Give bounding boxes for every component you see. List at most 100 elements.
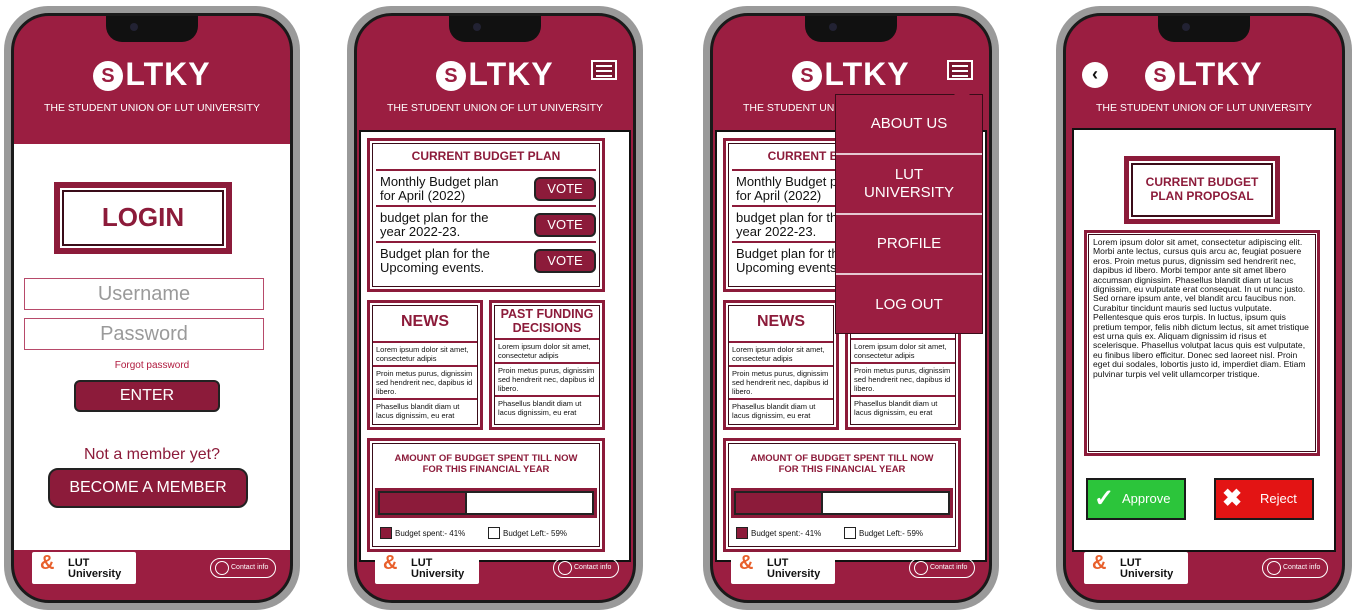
brand-logo: S LTKY — [1066, 56, 1342, 93]
decision-item[interactable]: Lorem ipsum dolor sit amet, consectetur … — [850, 340, 956, 364]
contact-info-button[interactable]: Contact info — [909, 558, 975, 578]
news-item[interactable]: Lorem ipsum dolor sit amet, consectetur … — [372, 343, 478, 367]
enter-button[interactable]: ENTER — [74, 380, 220, 412]
vote-button[interactable]: VOTE — [534, 213, 596, 237]
budget-text: budget plan for the — [380, 210, 489, 225]
dashboard-screen: S LTKY THE STUDENT UNION OF LUT UNIVERSIT… — [354, 13, 636, 603]
budget-progress-fill — [380, 493, 467, 513]
legend-spent-label: Budget spent:- 41% — [395, 529, 466, 538]
menu-item-lut-university[interactable]: LUT UNIVERSITY — [836, 155, 982, 215]
approve-button[interactable]: ✓ Approve — [1086, 478, 1186, 520]
budget-progress-bar — [731, 488, 953, 518]
x-icon: ✖ — [1222, 485, 1243, 512]
user-icon — [1267, 561, 1281, 575]
phone-notch — [449, 16, 541, 42]
decision-item[interactable]: Phasellus blandit diam ut lacus dignissi… — [850, 397, 956, 419]
brand-subtitle: THE STUDENT UNION OF LUT UNIVERSITY — [43, 102, 261, 114]
news-item[interactable]: Proin metus purus, dignissim sed hendrer… — [372, 367, 478, 400]
user-icon — [914, 561, 928, 575]
decision-item[interactable]: Proin metus purus, dignissim sed hendrer… — [850, 364, 956, 397]
past-funding-box[interactable]: PAST FUNDINGDECISIONS Lorem ipsum dolor … — [489, 300, 605, 430]
reject-button[interactable]: ✖ Reject — [1214, 478, 1314, 520]
menu-screen: SLTKY THE STUDENT UNION OF LUT UNIVERSIT… — [710, 13, 992, 603]
budget-progress-fill — [736, 493, 823, 513]
password-field[interactable]: Password — [24, 318, 264, 350]
phone-login: S LTKY THE STUDENT UNION OF LUT UNIVERSIT… — [4, 6, 300, 610]
username-field[interactable]: Username — [24, 278, 264, 310]
contact-label: Contact info — [574, 564, 612, 571]
news-item[interactable]: Phasellus blandit diam ut lacus dignissi… — [728, 400, 834, 422]
current-budget-box: CURRENT BUDGET PLAN Monthly Budget planf… — [367, 138, 605, 292]
lut-university-logo[interactable]: & LUT University — [375, 552, 479, 584]
user-icon — [215, 561, 229, 575]
decision-item[interactable]: Proin metus purus, dignissim sed hendrer… — [494, 364, 600, 397]
spent-title-line: FOR THIS FINANCIAL YEAR — [778, 464, 906, 475]
contact-label: Contact info — [231, 564, 269, 571]
budget-text: Monthly Budget plan — [380, 174, 499, 189]
spent-title-line: AMOUNT OF BUDGET SPENT TILL NOW — [750, 453, 934, 464]
contact-info-button[interactable]: Contact info — [553, 558, 619, 578]
lut-university-logo[interactable]: & LUT University — [731, 552, 835, 584]
budget-spent-title: AMOUNT OF BUDGET SPENT TILL NOW FOR THIS … — [370, 441, 602, 475]
budget-text: Upcoming events. — [380, 260, 485, 275]
proposal-title-line: PLAN PROPOSAL — [1150, 189, 1254, 203]
brand-subtitle: THE STUDENT UNION OF LUT UNIVERSITY — [1095, 102, 1313, 114]
spent-swatch — [736, 527, 748, 539]
brand-logo: S LTKY — [14, 56, 290, 93]
budget-row: Monthly Budget planfor April (2022) VOTE — [376, 171, 596, 207]
phone-notch — [1158, 16, 1250, 42]
gear-logo-icon: S — [1145, 61, 1176, 91]
legend-left: Budget Left:- 59% — [844, 527, 923, 541]
contact-label: Contact info — [1283, 564, 1321, 571]
forgot-password-link[interactable]: Forgot password — [14, 360, 290, 371]
brand-name: LTKY — [1177, 56, 1263, 92]
approve-label: Approve — [1122, 491, 1171, 506]
vote-button[interactable]: VOTE — [534, 177, 596, 201]
login-title: LOGIN — [54, 182, 232, 254]
news-box[interactable]: NEWS Lorem ipsum dolor sit amet, consect… — [367, 300, 483, 430]
budget-text: Upcoming events. — [736, 260, 841, 275]
proposal-title: CURRENT BUDGET PLAN PROPOSAL — [1124, 156, 1280, 224]
brand-name: LTKY — [824, 56, 910, 92]
dashboard-panel: CURRENT BUDGET PLAN Monthly Budget planf… — [359, 130, 631, 562]
contact-info-button[interactable]: Contact info — [210, 558, 276, 578]
reject-label: Reject — [1260, 491, 1297, 506]
hamburger-menu-icon[interactable] — [591, 60, 617, 80]
past-funding-title-line: PAST FUNDING — [500, 307, 594, 321]
menu-item-log-out[interactable]: LOG OUT — [836, 275, 982, 335]
lut-mark-icon: & — [383, 552, 398, 574]
budget-text: year 2022-23. — [736, 224, 817, 239]
decision-item[interactable]: Phasellus blandit diam ut lacus dignissi… — [494, 397, 600, 419]
left-swatch — [488, 527, 500, 539]
become-member-button[interactable]: BECOME A MEMBER — [48, 468, 248, 508]
legend-left-label: Budget Left:- 59% — [503, 529, 568, 538]
lut-university-logo[interactable]: & LUT University — [1084, 552, 1188, 584]
login-screen: S LTKY THE STUDENT UNION OF LUT UNIVERSIT… — [11, 13, 293, 603]
gear-logo-icon: S — [792, 61, 823, 91]
lut-university-logo[interactable]: & LUT University — [32, 552, 136, 584]
budget-text: budget plan for the — [736, 210, 845, 225]
contact-info-button[interactable]: Contact info — [1262, 558, 1328, 578]
decision-item[interactable]: Lorem ipsum dolor sit amet, consectetur … — [494, 340, 600, 364]
gear-logo-icon: S — [436, 61, 467, 91]
news-item[interactable]: Proin metus purus, dignissim sed hendrer… — [728, 367, 834, 400]
vote-button[interactable]: VOTE — [534, 249, 596, 273]
phone-notch — [805, 16, 897, 42]
phone-dashboard: S LTKY THE STUDENT UNION OF LUT UNIVERSIT… — [347, 6, 643, 610]
member-question: Not a member yet? — [83, 446, 221, 463]
lut-mark-icon: & — [1092, 552, 1107, 574]
news-item[interactable]: Phasellus blandit diam ut lacus dignissi… — [372, 400, 478, 422]
news-item[interactable]: Lorem ipsum dolor sit amet, consectetur … — [728, 343, 834, 367]
proposal-title-line: CURRENT BUDGET — [1145, 175, 1259, 189]
news-box[interactable]: NEWS Lorem ipsum dolor sit amet, consect… — [723, 300, 839, 430]
lut-line2: University — [411, 568, 465, 580]
lut-mark-icon: & — [739, 552, 754, 574]
menu-item-about-us[interactable]: ABOUT US — [836, 95, 982, 155]
budget-text: for April (2022) — [736, 188, 822, 203]
budget-progress-bar — [375, 488, 597, 518]
user-icon — [558, 561, 572, 575]
phone-notch — [106, 16, 198, 42]
menu-item-profile[interactable]: PROFILE — [836, 215, 982, 275]
budget-title: CURRENT BUDGET PLAN — [376, 141, 596, 171]
hamburger-menu-icon[interactable] — [947, 60, 973, 80]
